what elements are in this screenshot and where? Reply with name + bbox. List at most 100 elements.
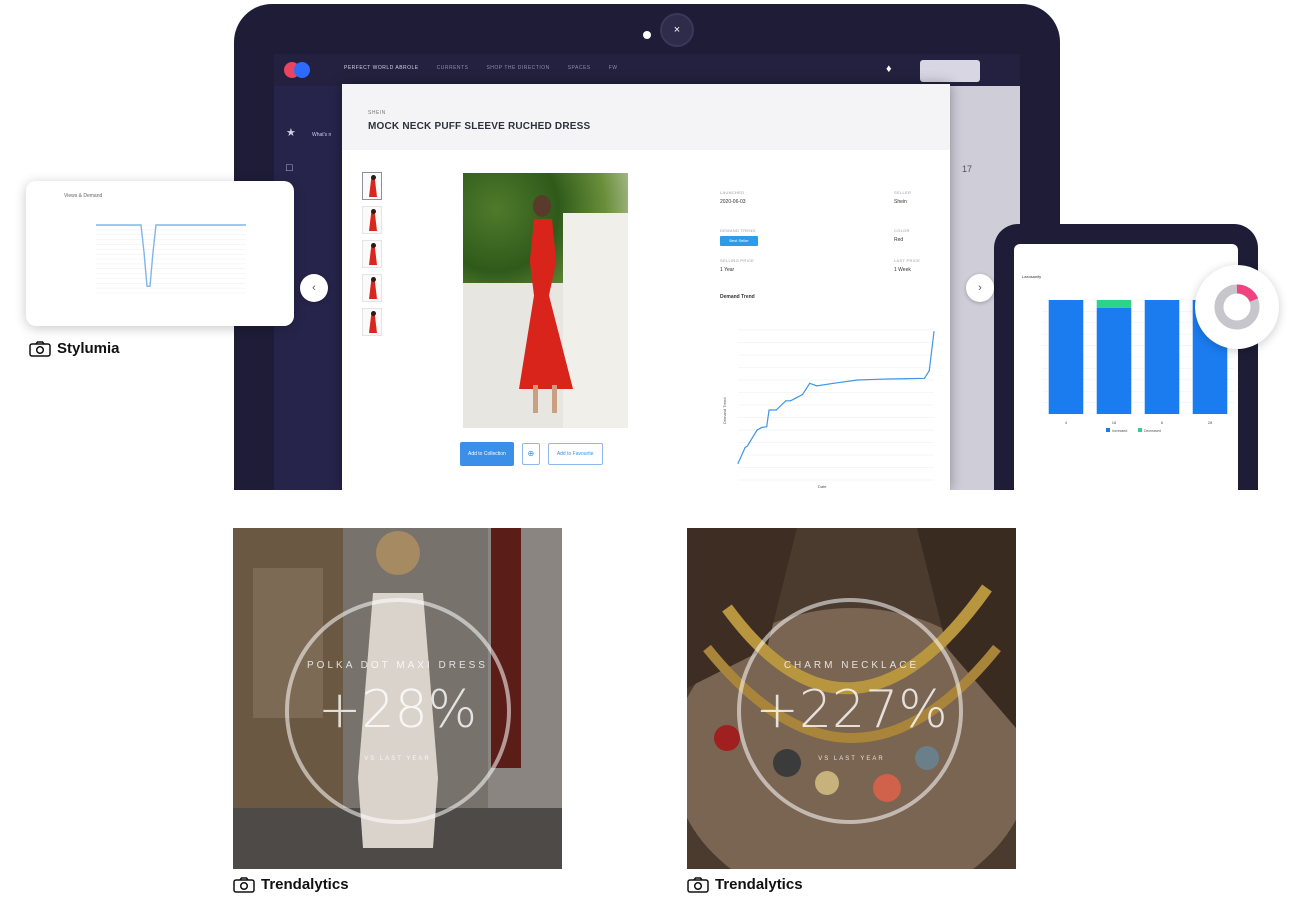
color-label: COLOR xyxy=(894,228,910,233)
thumbnail[interactable] xyxy=(362,274,382,302)
data-point xyxy=(737,462,739,464)
add-icon-button[interactable]: ⊕ xyxy=(521,443,540,465)
collage: PERFECT WORLD ABROLE CURRENTS SHOP THE D… xyxy=(0,0,1290,903)
star-icon[interactable]: ★ xyxy=(286,126,296,139)
bell-icon[interactable]: ♦ xyxy=(886,63,892,75)
demand-chart: Date Demand Trend xyxy=(722,329,935,489)
product-name: CHARM NECKLACE xyxy=(783,660,920,671)
panel-number: 17 xyxy=(962,164,973,174)
add-to-favourite-button[interactable]: Add to Favourite xyxy=(547,443,603,465)
seller-label: SELLER xyxy=(894,190,912,195)
bar-increased xyxy=(1144,300,1180,414)
donut-badge xyxy=(1195,265,1279,349)
data-point xyxy=(794,397,796,399)
chevron-left-icon[interactable]: ‹ xyxy=(300,274,328,302)
comparison-label: VS LAST YEAR xyxy=(818,756,885,762)
modal-actions: Add to Collection ⊕ Add to Favourite xyxy=(460,442,603,466)
legend-swatch xyxy=(1138,428,1142,432)
data-point xyxy=(880,378,883,380)
growth-percent: +28% xyxy=(317,680,478,740)
data-point xyxy=(746,445,749,447)
add-to-collection-button[interactable]: Add to Collection xyxy=(460,442,514,466)
data-point xyxy=(816,385,818,387)
last-price-label: LAST PRICE xyxy=(894,258,921,263)
tick-label: 6 xyxy=(1161,420,1164,425)
growth-percent: +227% xyxy=(755,680,948,740)
data-point xyxy=(756,429,758,431)
credit-label: Trendalytics xyxy=(261,876,349,893)
data-point xyxy=(928,370,930,372)
chevron-right-icon[interactable]: › xyxy=(966,274,994,302)
data-point xyxy=(789,400,792,402)
nav-item[interactable]: SHOP THE DIRECTION xyxy=(486,65,549,71)
price-label: SELLING PRICE xyxy=(720,258,755,263)
tick-label: 28 xyxy=(1208,420,1213,425)
brand-label: SHEIN xyxy=(368,110,386,116)
data-point xyxy=(785,400,787,402)
x-axis-label: Date xyxy=(818,484,827,489)
price-value: 1 Year xyxy=(720,267,735,273)
camera-icon xyxy=(687,876,709,893)
nav-item[interactable]: PERFECT WORLD ABROLE xyxy=(344,65,419,71)
data-point xyxy=(923,377,926,379)
product-name: POLKA DOT MAXI DRESS xyxy=(307,660,488,671)
tick-label: 18 xyxy=(1112,420,1117,425)
photo-credit: Trendalytics xyxy=(687,876,803,893)
data-point xyxy=(768,409,770,411)
data-point xyxy=(801,393,804,396)
product-image xyxy=(463,173,628,428)
legend-label: Decreased xyxy=(1144,429,1161,433)
bar-increased xyxy=(1096,307,1132,414)
comparison-label: VS LAST YEAR xyxy=(364,756,431,762)
data-point xyxy=(833,382,835,384)
camera-icon xyxy=(233,876,255,893)
trend-photo-dress: POLKA DOT MAXI DRESS +28% VS LAST YEAR xyxy=(233,528,562,869)
image-icon[interactable]: □ xyxy=(286,162,293,174)
launched-value: 2020-06-03 xyxy=(720,199,746,205)
data-point xyxy=(766,426,768,428)
views-chart xyxy=(96,224,246,294)
laptop-screen: PERFECT WORLD ABROLE CURRENTS SHOP THE D… xyxy=(274,54,1020,490)
thumbnail[interactable] xyxy=(362,308,382,336)
views-chart-card: Views & Demand xyxy=(26,181,294,326)
nav-item[interactable]: SPACES xyxy=(568,65,591,71)
legend-swatch xyxy=(1106,428,1110,432)
tick-label: 4 xyxy=(1065,420,1068,425)
status-badge: Best Seller xyxy=(720,236,758,246)
modal-header: SHEIN MOCK NECK PUFF SLEEVE RUCHED DRESS xyxy=(342,84,950,150)
app-nav: PERFECT WORLD ABROLE CURRENTS SHOP THE D… xyxy=(344,65,617,71)
bar-increased xyxy=(1048,300,1084,414)
thumbnail[interactable] xyxy=(362,206,382,234)
close-icon[interactable]: × xyxy=(662,15,692,45)
series-line xyxy=(737,331,935,464)
nav-item[interactable]: FW xyxy=(609,65,618,71)
app-logo[interactable] xyxy=(284,62,314,78)
user-menu[interactable] xyxy=(920,60,980,82)
photo-credit: Stylumia xyxy=(29,340,120,357)
data-point xyxy=(809,382,811,384)
thumbnail[interactable] xyxy=(362,240,382,268)
photo-credit: Trendalytics xyxy=(233,876,349,893)
series-line xyxy=(96,224,246,287)
donut-chart-icon xyxy=(1214,284,1260,330)
data-point xyxy=(775,409,777,411)
credit-label: Trendalytics xyxy=(715,876,803,893)
laptop-camera xyxy=(643,31,651,39)
sidebar-item-label[interactable]: What's n xyxy=(312,132,331,138)
nav-item[interactable]: CURRENTS xyxy=(437,65,469,71)
credit-label: Stylumia xyxy=(57,340,120,357)
seller-value: Shein xyxy=(894,199,907,205)
data-point xyxy=(744,446,746,449)
thumbnail[interactable] xyxy=(362,172,382,200)
product-title: MOCK NECK PUFF SLEEVE RUCHED DRESS xyxy=(368,121,591,132)
launched-label: LAUNCHED xyxy=(720,190,745,195)
laptop-frame: PERFECT WORLD ABROLE CURRENTS SHOP THE D… xyxy=(234,4,1060,490)
camera-icon xyxy=(29,340,51,357)
tablet-frame: Laxosanity 4 18 6 28 Increased Decreased xyxy=(994,224,1258,490)
data-point xyxy=(904,378,906,380)
data-point xyxy=(761,426,763,429)
trend-photo-necklace: CHARM NECKLACE +227% VS LAST YEAR xyxy=(687,528,1016,869)
app-top-bar: PERFECT WORLD ABROLE CURRENTS SHOP THE D… xyxy=(274,54,1020,86)
thumbnail-list xyxy=(362,172,384,342)
data-point xyxy=(749,441,751,443)
